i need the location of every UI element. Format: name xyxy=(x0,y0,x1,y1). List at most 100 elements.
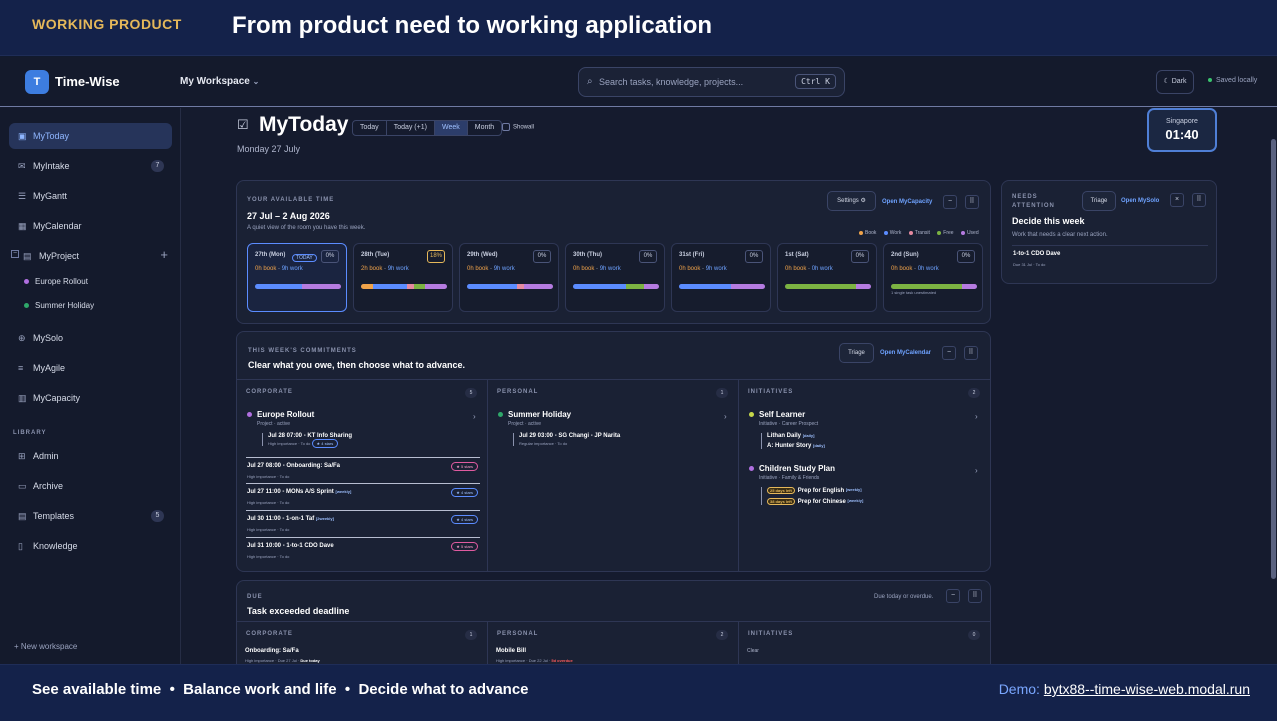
due-item-title[interactable]: Onboarding: Sa/Fa xyxy=(245,648,299,654)
triage-button[interactable]: Triage xyxy=(839,343,874,363)
sidebar-item-mysolo[interactable]: ⊕ MySolo xyxy=(9,325,172,351)
sidebar-project-summer-holiday[interactable]: Summer Holiday xyxy=(24,301,94,310)
sidebar-item-myintake[interactable]: ✉ MyIntake 7 xyxy=(9,153,172,179)
collapse-icon[interactable]: − xyxy=(943,195,957,209)
view-tab-week[interactable]: Week xyxy=(434,121,468,135)
day-card[interactable]: 27th (Mon) TODAY 0% 0h book · 9h work xyxy=(247,243,347,312)
open-mysolo-link[interactable]: Open MySolo xyxy=(1121,198,1159,204)
task-row[interactable]: Jul 30 11:00 - 1-on-1 Taf [2weekly] High… xyxy=(246,510,480,536)
open-mycalendar-link[interactable]: Open MyCalendar xyxy=(880,350,931,356)
collapse-icon[interactable]: − xyxy=(946,589,960,603)
drag-handle-icon[interactable]: ⠿ xyxy=(1192,193,1206,207)
sidebar-item-mycalendar[interactable]: ▦ MyCalendar xyxy=(9,213,172,239)
sidebar-item-mygantt[interactable]: ☰ MyGantt xyxy=(9,183,172,209)
task-meta: High importance · To do xyxy=(247,500,290,505)
search-box[interactable]: ⌕ Search tasks, knowledge, projects... C… xyxy=(578,67,845,97)
chevron-right-icon: › xyxy=(975,412,978,421)
settings-button[interactable]: Settings ⚙ xyxy=(827,191,876,211)
checkbox[interactable] xyxy=(502,123,510,131)
project-color-dot xyxy=(498,412,503,417)
attention-item[interactable]: 1-to-1 CDO Dave Due 31 Jul · To do xyxy=(1012,245,1208,271)
day-card[interactable]: 30th (Thu) 0% 0h book · 9h work xyxy=(565,243,665,312)
day-hours: 0h book · 9h work xyxy=(679,266,727,272)
sidebar-item-mycapacity[interactable]: ▥ MyCapacity xyxy=(9,385,172,411)
save-status-label: Saved locally xyxy=(1216,77,1258,84)
initiative-color-dot xyxy=(749,412,754,417)
scrollbar[interactable] xyxy=(1271,139,1276,579)
drag-handle-icon[interactable]: ⠿ xyxy=(968,589,982,603)
due-empty-state: Clear xyxy=(747,648,759,654)
view-tab-today[interactable]: Today xyxy=(353,121,387,135)
day-percent: 0% xyxy=(639,250,657,263)
sidebar-item-mytoday[interactable]: ▣ MyToday xyxy=(9,123,172,149)
project-subtask[interactable]: Jul 28 07:00 - KT Info Sharing High impo… xyxy=(262,433,352,448)
stars-badge: ★ 5 stars xyxy=(451,542,478,551)
initiative-subtasks: Lithan Daily [daily] A: Hunter Story [da… xyxy=(761,433,825,449)
sidebar-item-archive[interactable]: ▭ Archive xyxy=(9,473,172,499)
theme-toggle-button[interactable]: ☾ Dark xyxy=(1156,70,1194,94)
close-icon[interactable]: × xyxy=(1170,193,1184,207)
initiative-self-learner[interactable]: Self Learner Initiative · Career Prospec… xyxy=(749,410,978,427)
day-card[interactable]: 2nd (Sun) 0% 0h book · 0h work 1 single … xyxy=(883,243,983,312)
sidebar-item-myproject[interactable]: − ▤ MyProject + xyxy=(9,243,172,269)
sidebar-item-templates[interactable]: ▤ Templates 5 xyxy=(9,503,172,529)
collapse-icon[interactable]: − xyxy=(11,250,19,258)
personal-column: PERSONAL 1 Summer Holiday Project · acti… xyxy=(488,379,739,572)
day-card[interactable]: 29th (Wed) 0% 0h book · 9h work xyxy=(459,243,559,312)
commitments-card: THIS WEEK'S COMMITMENTS Clear what you o… xyxy=(236,331,991,572)
project-summer-holiday[interactable]: Summer Holiday Project · active › xyxy=(498,410,727,427)
sidebar-item-admin[interactable]: ⊞ Admin xyxy=(9,443,172,469)
task-title: Jul 27 11:00 - MONs A/S Sprint [weekly] xyxy=(247,489,352,495)
task-row[interactable]: Jul 27 11:00 - MONs A/S Sprint [weekly] … xyxy=(246,483,480,509)
initiative-children-study-plan[interactable]: Children Study Plan Initiative · Family … xyxy=(749,464,978,481)
capacity-bar xyxy=(361,284,447,289)
add-project-icon[interactable]: + xyxy=(160,247,168,262)
sidebar-item-knowledge[interactable]: ▯ Knowledge xyxy=(9,533,172,559)
drag-handle-icon[interactable]: ⠿ xyxy=(964,346,978,360)
clock-city: Singapore xyxy=(1166,118,1198,125)
subtask-meta: High importance · To do ★ 4 stars xyxy=(268,439,352,448)
list-icon: ≡ xyxy=(18,363,24,373)
initiative-meta: Initiative · Career Prospect xyxy=(759,421,819,427)
subtask-title[interactable]: 38 days left Prep for Chinese [weekly] xyxy=(767,498,863,505)
sidebar-project-europe-rollout[interactable]: Europe Rollout xyxy=(24,277,88,286)
project-meta: Project · active xyxy=(257,421,291,427)
demo-link-container: Demo: bytx88--time-wise-web.modal.run xyxy=(999,681,1250,697)
banner-headline: From product need to working application xyxy=(232,12,713,39)
subtask-title[interactable]: Lithan Daily [daily] xyxy=(767,433,825,439)
page-title: MyToday xyxy=(259,113,349,136)
search-shortcut: Ctrl K xyxy=(795,74,836,89)
sidebar-item-label: MyGantt xyxy=(33,191,68,201)
drag-handle-icon[interactable]: ⠿ xyxy=(965,195,979,209)
view-tab-month[interactable]: Month xyxy=(468,121,501,135)
due-item-title[interactable]: Mobile Bill xyxy=(496,648,526,654)
triage-button[interactable]: Triage xyxy=(1082,191,1116,211)
day-name: 29th (Wed) xyxy=(467,252,498,258)
day-card[interactable]: 28th (Tue) 18% 2h book · 9h work xyxy=(353,243,453,312)
project-europe-rollout[interactable]: Europe Rollout Project · active › xyxy=(247,410,476,427)
sidebar-item-myagile[interactable]: ≡ MyAgile xyxy=(9,355,172,381)
project-title: Summer Holiday xyxy=(508,410,572,419)
project-subtask[interactable]: Jul 29 03:00 - SG Changi - JP Narita Reg… xyxy=(513,433,620,446)
library-heading: LIBRARY xyxy=(13,430,47,436)
needs-attention-card: NEEDS ATTENTION Triage Open MySolo × ⠿ D… xyxy=(1001,180,1217,284)
collapse-icon[interactable]: − xyxy=(942,346,956,360)
day-card[interactable]: 31st (Fri) 0% 0h book · 9h work xyxy=(671,243,771,312)
open-mycapacity-link[interactable]: Open MyCapacity xyxy=(882,199,932,205)
project-icon: ▤ xyxy=(23,251,32,261)
task-row[interactable]: Jul 27 08:00 - Onboarding: Sa/Fa High im… xyxy=(246,457,480,483)
view-tab-today-plus-1[interactable]: Today (+1) xyxy=(387,121,435,135)
show-all-toggle[interactable]: Showall xyxy=(502,123,534,131)
subtask-title[interactable]: 25 days left Prep for English [weekly] xyxy=(767,487,863,494)
timezone-clock: Singapore 01:40 xyxy=(1147,108,1217,152)
calendar-icon: ▦ xyxy=(18,221,27,231)
task-row[interactable]: Jul 31 10:00 - 1-to-1 CDO Dave High impo… xyxy=(246,537,480,563)
workspace-switcher[interactable]: My Workspace ⌄ xyxy=(180,76,259,87)
column-heading: CORPORATE xyxy=(246,631,293,637)
demo-link[interactable]: bytx88--time-wise-web.modal.run xyxy=(1044,681,1250,697)
new-workspace-link[interactable]: + New workspace xyxy=(14,642,77,651)
top-banner: WORKING PRODUCT From product need to wor… xyxy=(0,0,1277,56)
legend-dot-icon xyxy=(859,230,863,235)
day-card[interactable]: 1st (Sat) 0% 0h book · 0h work xyxy=(777,243,877,312)
subtask-title[interactable]: A: Hunter Story [daily] xyxy=(767,443,825,449)
